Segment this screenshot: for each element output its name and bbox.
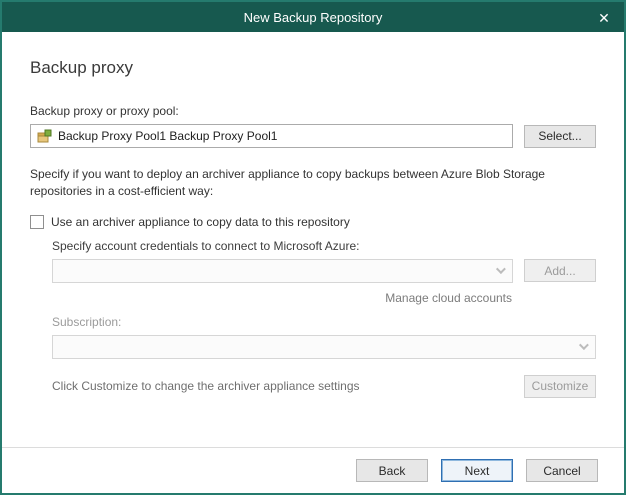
close-icon[interactable]: ✕ <box>584 2 624 32</box>
select-button[interactable]: Select... <box>524 125 596 148</box>
back-button[interactable]: Back <box>356 459 428 482</box>
chevron-down-icon <box>579 340 589 350</box>
customize-row: Click Customize to change the archiver a… <box>52 375 596 398</box>
cancel-button[interactable]: Cancel <box>526 459 598 482</box>
archiver-checkbox[interactable] <box>30 215 44 229</box>
archiver-settings-group: Specify account credentials to connect t… <box>52 239 596 398</box>
proxy-row: Backup Proxy Pool1 Backup Proxy Pool1 Se… <box>30 124 596 148</box>
proxy-input[interactable]: Backup Proxy Pool1 Backup Proxy Pool1 <box>30 124 513 148</box>
titlebar[interactable]: New Backup Repository ✕ <box>2 2 624 32</box>
archiver-checkbox-row[interactable]: Use an archiver appliance to copy data t… <box>30 215 596 229</box>
next-button[interactable]: Next <box>441 459 513 482</box>
proxy-pool-icon <box>37 129 52 143</box>
manage-cloud-accounts-link[interactable]: Manage cloud accounts <box>52 291 512 305</box>
dialog-body: Backup proxy Backup proxy or proxy pool:… <box>2 32 624 447</box>
credentials-dropdown[interactable] <box>52 259 513 283</box>
archiver-description: Specify if you want to deploy an archive… <box>30 166 596 201</box>
chevron-down-icon <box>496 264 506 274</box>
subscription-dropdown[interactable] <box>52 335 596 359</box>
page-title: Backup proxy <box>30 58 596 78</box>
add-button[interactable]: Add... <box>524 259 596 282</box>
new-backup-repository-dialog: New Backup Repository ✕ Backup proxy Bac… <box>0 0 626 495</box>
proxy-field-label: Backup proxy or proxy pool: <box>30 104 596 118</box>
credentials-row: Add... <box>52 259 596 283</box>
proxy-input-value: Backup Proxy Pool1 Backup Proxy Pool1 <box>58 129 277 143</box>
credentials-label: Specify account credentials to connect t… <box>52 239 596 253</box>
archiver-checkbox-label: Use an archiver appliance to copy data t… <box>51 215 350 229</box>
dialog-footer: Back Next Cancel <box>2 447 624 493</box>
subscription-label: Subscription: <box>52 315 596 329</box>
window-title: New Backup Repository <box>244 10 383 25</box>
customize-button[interactable]: Customize <box>524 375 596 398</box>
customize-hint: Click Customize to change the archiver a… <box>52 379 360 393</box>
